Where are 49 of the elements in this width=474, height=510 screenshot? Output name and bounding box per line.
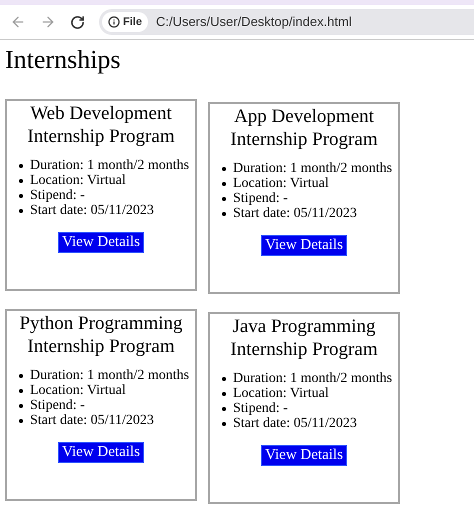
- bullet-icon: [19, 374, 23, 378]
- detail-text: Start date: 05/11/2023: [233, 416, 357, 431]
- back-icon[interactable]: [10, 14, 26, 30]
- forward-icon[interactable]: [40, 14, 56, 30]
- detail-text: Stipend: -: [30, 398, 85, 413]
- reload-icon[interactable]: [70, 14, 85, 30]
- card-title: App Development Internship Program: [229, 105, 379, 151]
- info-icon: [108, 16, 120, 28]
- detail-text: Start date: 05/11/2023: [30, 203, 154, 218]
- address-text: C:/Users/User/Desktop/index.html: [156, 13, 352, 32]
- detail-text: Location: Virtual: [233, 386, 329, 401]
- view-details-button[interactable]: View Details: [58, 442, 144, 463]
- view-details-button[interactable]: View Details: [261, 445, 347, 466]
- bullet-icon: [19, 388, 23, 392]
- bullet-icon: [222, 422, 226, 426]
- bullet-icon: [19, 164, 23, 168]
- bullet-icon: [19, 178, 23, 182]
- detail-text: Duration: 1 month/2 months: [30, 368, 190, 383]
- detail-text: Start date: 05/11/2023: [30, 413, 154, 428]
- bullet-icon: [222, 376, 226, 380]
- bullet-icon: [19, 404, 23, 408]
- detail-text: Duration: 1 month/2 months: [233, 161, 392, 176]
- detail-text: Location: Virtual: [30, 383, 126, 398]
- card-title: Python Programming Internship Program: [18, 312, 184, 358]
- bullet-icon: [19, 194, 23, 198]
- view-details-button[interactable]: View Details: [261, 235, 347, 256]
- page-heading: Internships: [5, 45, 122, 75]
- bullet-icon: [222, 392, 226, 396]
- bullet-icon: [222, 212, 226, 216]
- bullet-icon: [222, 166, 226, 170]
- bullet-icon: [222, 406, 226, 410]
- detail-text: Stipend: -: [30, 188, 85, 203]
- detail-text: Stipend: -: [233, 191, 288, 206]
- detail-text: Duration: 1 month/2 months: [30, 158, 190, 173]
- card-title: Java Programming Internship Program: [229, 315, 379, 361]
- site-info-chip[interactable]: File: [102, 12, 148, 32]
- detail-text: Location: Virtual: [233, 176, 329, 191]
- view-details-button[interactable]: View Details: [58, 232, 144, 253]
- bullet-icon: [222, 182, 226, 186]
- bullet-icon: [222, 196, 226, 200]
- detail-text: Duration: 1 month/2 months: [233, 371, 392, 386]
- bullet-icon: [19, 418, 23, 422]
- detail-text: Start date: 05/11/2023: [233, 206, 357, 221]
- chip-label: File: [123, 14, 142, 30]
- card-title: Web Development Internship Program: [26, 102, 176, 148]
- address-bar[interactable]: File C:/Users/User/Desktop/index.html: [99, 9, 474, 35]
- detail-text: Stipend: -: [233, 401, 288, 416]
- detail-text: Location: Virtual: [30, 173, 126, 188]
- bullet-icon: [19, 208, 23, 212]
